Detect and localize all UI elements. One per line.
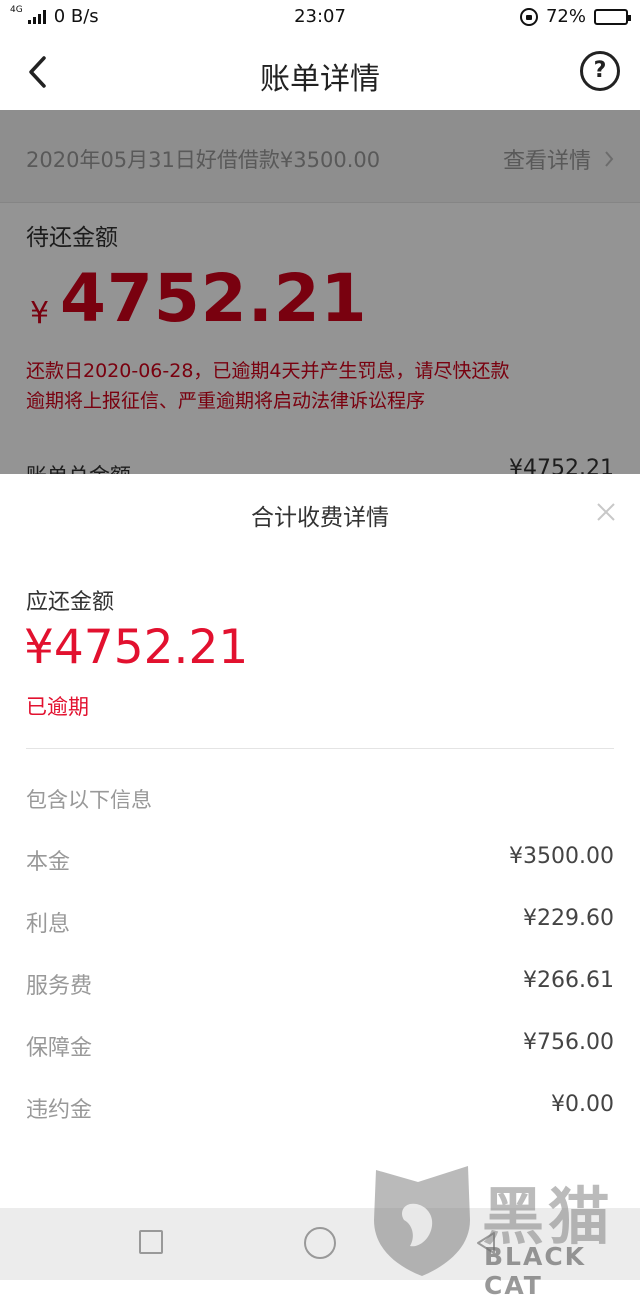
fee-label: 本金 [26, 850, 71, 875]
fee-value: ¥229.60 [523, 906, 614, 931]
cat-shield-icon [374, 1166, 470, 1276]
status-right: 72% [519, 6, 631, 27]
fee-row-penalty: 违约金 ¥0.00 [26, 1092, 614, 1123]
help-button[interactable]: ? [580, 51, 620, 91]
fee-label: 违约金 [26, 1098, 93, 1123]
fee-value: ¥756.00 [523, 1030, 614, 1055]
fee-label: 利息 [26, 912, 71, 937]
rotation-lock-icon [519, 7, 538, 26]
watermark-subtext: BLACK CAT [484, 1242, 587, 1300]
fee-value: ¥266.61 [523, 968, 614, 993]
sheet-title: 合计收费详情 [251, 505, 389, 531]
fee-row-principal: 本金 ¥3500.00 [26, 844, 614, 875]
close-button[interactable] [594, 500, 618, 524]
status-bar: 4G 0 B/s 23:07 72% [0, 0, 640, 34]
fee-value: ¥3500.00 [509, 844, 614, 869]
due-amount-label: 应还金额 [26, 590, 115, 615]
battery-icon [594, 8, 631, 25]
divider [26, 748, 614, 749]
fee-label: 服务费 [26, 974, 93, 999]
close-icon [597, 503, 615, 521]
breakdown-header: 包含以下信息 [26, 788, 152, 812]
fee-row-service: 服务费 ¥266.61 [26, 968, 614, 999]
nav-bar: 账单详情 ? [0, 34, 640, 110]
fee-value: ¥0.00 [551, 1092, 614, 1117]
fee-label: 保障金 [26, 1036, 93, 1061]
fee-row-interest: 利息 ¥229.60 [26, 906, 614, 937]
blackcat-watermark: 黑猫 BLACK CAT [370, 1160, 640, 1300]
recents-button[interactable] [139, 1230, 163, 1254]
overdue-status: 已逾期 [26, 695, 89, 719]
home-button[interactable] [304, 1227, 336, 1259]
due-amount: ¥4752.21 [24, 620, 249, 675]
page-title: 账单详情 [260, 62, 380, 97]
fee-row-guarantee: 保障金 ¥756.00 [26, 1030, 614, 1061]
battery-percent: 72% [545, 6, 586, 27]
